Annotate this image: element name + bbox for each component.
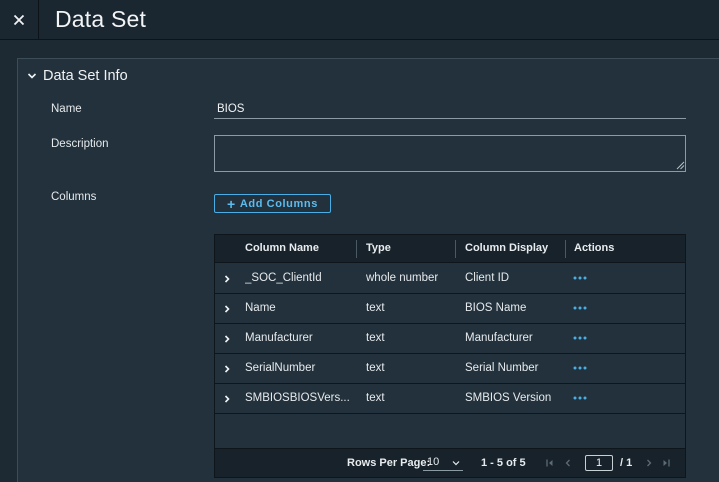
name-input[interactable] xyxy=(214,100,686,119)
section-title: Data Set Info xyxy=(43,68,128,84)
description-label: Description xyxy=(51,138,109,150)
prev-page-icon[interactable] xyxy=(563,458,573,468)
ellipsis-icon[interactable] xyxy=(572,392,588,404)
plus-icon: + xyxy=(227,195,236,212)
table-row: SerialNumber text Serial Number xyxy=(215,354,685,384)
cell-type: text xyxy=(366,392,385,404)
ellipsis-icon[interactable] xyxy=(572,302,588,314)
close-button[interactable] xyxy=(0,0,39,40)
header-actions: Actions xyxy=(574,242,615,254)
chevron-right-icon[interactable] xyxy=(221,363,233,375)
table-row: SMBIOSBIOSVers... text SMBIOS Version xyxy=(215,384,685,414)
cell-column-name: SMBIOSBIOSVers... xyxy=(245,392,350,404)
cell-type: whole number xyxy=(366,272,439,284)
cell-type: text xyxy=(366,302,385,314)
cell-type: text xyxy=(366,362,385,374)
rows-per-page-value: 10 xyxy=(427,456,440,468)
cell-column-display: Serial Number xyxy=(465,362,539,374)
add-columns-label: Add Columns xyxy=(239,197,318,210)
description-input[interactable] xyxy=(214,135,686,172)
name-label: Name xyxy=(51,103,82,115)
ellipsis-icon[interactable] xyxy=(572,362,588,374)
cell-column-display: Client ID xyxy=(465,272,510,284)
chevron-right-icon[interactable] xyxy=(221,273,233,285)
table-row: Name text BIOS Name xyxy=(215,294,685,324)
chevron-right-icon[interactable] xyxy=(221,393,233,405)
data-set-info-panel: Data Set Info Name Description Columns +… xyxy=(17,58,719,482)
columns-grid: Column Name Type Column Display Actions … xyxy=(214,234,686,478)
section-toggle[interactable]: Data Set Info xyxy=(27,67,128,85)
table-row: Manufacturer text Manufacturer xyxy=(215,324,685,354)
header-separator[interactable] xyxy=(356,240,357,258)
ellipsis-icon[interactable] xyxy=(572,332,588,344)
header-separator[interactable] xyxy=(565,240,566,258)
cell-type: text xyxy=(366,332,385,344)
chevron-down-icon xyxy=(27,73,37,79)
cell-column-display: Manufacturer xyxy=(465,332,533,344)
grid-footer: Rows Per Page: 10 1 - 5 of 5 / 1 xyxy=(215,448,685,477)
add-columns-button[interactable]: + Add Columns xyxy=(214,194,331,213)
cell-column-name: Manufacturer xyxy=(245,332,313,344)
chevron-down-icon xyxy=(452,461,460,466)
cell-column-name: _SOC_ClientId xyxy=(245,272,322,284)
cell-column-display: SMBIOS Version xyxy=(465,392,552,404)
grid-header: Column Name Type Column Display Actions xyxy=(215,235,685,263)
last-page-icon[interactable] xyxy=(661,458,671,468)
cell-column-display: BIOS Name xyxy=(465,302,527,314)
header-column-display[interactable]: Column Display xyxy=(465,235,548,263)
chevron-right-icon[interactable] xyxy=(221,333,233,345)
rows-per-page-label: Rows Per Page: xyxy=(347,457,431,469)
page-range-text: 1 - 5 of 5 xyxy=(481,457,526,469)
page-title: Data Set xyxy=(55,6,147,32)
header-separator[interactable] xyxy=(455,240,456,258)
close-icon xyxy=(13,14,25,26)
ellipsis-icon[interactable] xyxy=(572,272,588,284)
rows-per-page-select[interactable]: 10 xyxy=(423,455,463,471)
first-page-icon[interactable] xyxy=(545,458,555,468)
columns-label: Columns xyxy=(51,191,97,203)
cell-column-name: Name xyxy=(245,302,276,314)
table-row: _SOC_ClientId whole number Client ID xyxy=(215,264,685,294)
cell-column-name: SerialNumber xyxy=(245,362,316,374)
next-page-icon[interactable] xyxy=(644,458,654,468)
chevron-right-icon[interactable] xyxy=(221,303,233,315)
page-number-input[interactable] xyxy=(585,455,613,471)
header-column-name[interactable]: Column Name xyxy=(245,235,319,263)
header-bar: Data Set xyxy=(0,0,719,40)
header-type[interactable]: Type xyxy=(366,235,391,263)
total-pages-text: / 1 xyxy=(620,457,633,469)
